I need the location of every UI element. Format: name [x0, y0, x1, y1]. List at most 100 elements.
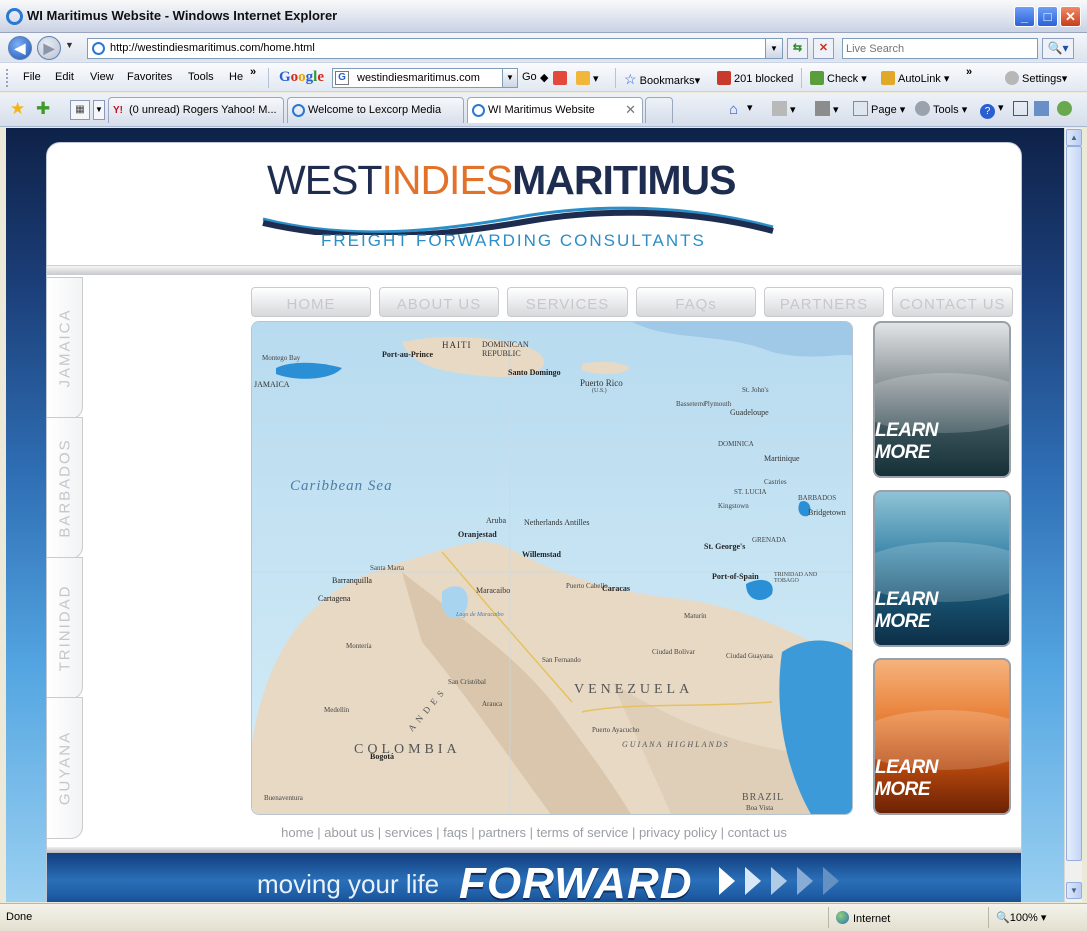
- live-search-input[interactable]: [843, 39, 1033, 58]
- map-label-puerto-ayacucho: Puerto Ayacucho: [592, 726, 640, 734]
- toolbar-grip[interactable]: [6, 69, 9, 87]
- minimize-button[interactable]: _: [1014, 6, 1035, 27]
- nav-about-us[interactable]: ABOUT US: [379, 287, 499, 317]
- learn-more-button-2[interactable]: LEARN MORE: [873, 490, 1011, 647]
- tab-yahoo[interactable]: Y! (0 unread) Rogers Yahoo! M...: [108, 97, 284, 123]
- footer-link-home[interactable]: home: [281, 825, 314, 840]
- nav-contact-us[interactable]: CONTACT US: [892, 287, 1013, 317]
- menu-edit[interactable]: Edit: [55, 71, 74, 83]
- forward-banner: moving your life FORWARD: [47, 853, 1021, 902]
- status-text: Done: [6, 911, 33, 923]
- footer-link-services[interactable]: services: [385, 825, 433, 840]
- close-window-button[interactable]: ✕: [1060, 6, 1081, 27]
- map-label-caribbean-sea: Caribbean Sea: [290, 478, 393, 494]
- security-zone[interactable]: Internet: [836, 911, 890, 925]
- quick-tabs-icon[interactable]: ▦: [70, 100, 90, 120]
- footer-link-faqs[interactable]: faqs: [443, 825, 468, 840]
- footer-link-about-us[interactable]: about us: [324, 825, 374, 840]
- map-label-caracas: Caracas: [602, 584, 630, 593]
- footer-link-contact[interactable]: contact us: [728, 825, 787, 840]
- map-label-st-georges: St. George's: [704, 542, 746, 551]
- side-tab-jamaica[interactable]: JAMAICA: [47, 277, 83, 419]
- google-go-button[interactable]: Go: [522, 71, 537, 83]
- toolbar-separator: [801, 68, 802, 88]
- url-field[interactable]: http://westindiesmaritimus.com/home.html…: [87, 38, 783, 59]
- menu-overflow[interactable]: »: [250, 66, 256, 78]
- google-search-value[interactable]: westindiesmaritimus.com: [357, 72, 480, 84]
- autolink-button[interactable]: AutoLink ▾: [881, 71, 949, 85]
- popup-blocker-button[interactable]: 201 blocked: [717, 71, 793, 85]
- side-tab-barbados[interactable]: BARBADOS: [47, 417, 83, 559]
- live-search-box[interactable]: [842, 38, 1038, 59]
- google-options-icon[interactable]: ◆: [540, 71, 548, 84]
- url-dropdown-icon[interactable]: ▼: [765, 39, 782, 58]
- footer-link-terms[interactable]: terms of service: [537, 825, 629, 840]
- footer-link-privacy[interactable]: privacy policy: [639, 825, 717, 840]
- nav-home[interactable]: HOME: [251, 287, 371, 317]
- menu-help[interactable]: He: [229, 71, 243, 83]
- site-logo[interactable]: WESTINDIESMARITIMUS FREIGHT FORWARDING C…: [262, 157, 807, 257]
- learn-more-button-1[interactable]: LEARN MORE: [873, 321, 1011, 478]
- page-menu-button[interactable]: Page ▾: [853, 101, 905, 116]
- research-icon[interactable]: [1013, 101, 1031, 116]
- refresh-button[interactable]: ⇆: [787, 38, 808, 59]
- bookmarks-button[interactable]: ☆ Bookmarks▾: [624, 71, 700, 88]
- tab-lexcorp[interactable]: Welcome to Lexcorp Media: [287, 97, 464, 123]
- addon-icon[interactable]: [1057, 101, 1075, 116]
- nav-faqs[interactable]: FAQs: [636, 287, 756, 317]
- add-favorites-icon[interactable]: ✚: [36, 99, 50, 119]
- tab-label: WI Maritimus Website: [488, 104, 595, 116]
- close-tab-icon[interactable]: ✕: [625, 98, 636, 122]
- pagerank-icon[interactable]: [553, 71, 570, 85]
- learn-more-button-3[interactable]: LEARN MORE: [873, 658, 1011, 815]
- feeds-button[interactable]: ▾: [772, 101, 796, 116]
- tools-menu-button[interactable]: Tools ▾: [915, 101, 967, 116]
- search-go-button[interactable]: 🔍▾: [1042, 38, 1074, 59]
- ie-page-icon: [472, 104, 485, 117]
- side-tab-trinidad[interactable]: TRINIDAD: [47, 557, 83, 699]
- print-button[interactable]: ▾: [815, 101, 839, 116]
- map-label-guadeloupe: Guadeloupe: [730, 408, 769, 417]
- map-label-barranquilla: Barranquilla: [332, 576, 372, 585]
- new-tab-button[interactable]: [645, 97, 673, 123]
- menu-favorites[interactable]: Favorites: [127, 71, 172, 83]
- map-label-medellin: Medellín: [324, 706, 350, 714]
- caribbean-map[interactable]: Caribbean Sea JAMAICA Montego Bay HAITI …: [251, 321, 853, 815]
- vertical-scrollbar[interactable]: ▲ ▼: [1064, 128, 1082, 902]
- help-button[interactable]: ? ▾: [980, 101, 1004, 119]
- history-dropdown-icon[interactable]: ▼: [65, 40, 74, 50]
- stop-button[interactable]: ✕: [813, 38, 834, 59]
- scroll-down-icon[interactable]: ▼: [1066, 882, 1082, 899]
- google-g-icon[interactable]: G: [335, 71, 349, 85]
- menu-file[interactable]: File: [23, 71, 41, 83]
- spell-check-button[interactable]: Check ▾: [810, 71, 867, 85]
- google-search-dropdown-icon[interactable]: ▼: [502, 69, 517, 87]
- map-label-haiti: HAITI: [442, 340, 472, 350]
- back-button[interactable]: ◀: [8, 36, 32, 60]
- url-text[interactable]: http://westindiesmaritimus.com/home.html: [110, 42, 315, 54]
- map-label-castries: Castries: [764, 478, 787, 486]
- home-button[interactable]: ⌂ ▾: [729, 101, 753, 118]
- messenger-icon[interactable]: [1034, 101, 1052, 116]
- favorites-star-icon[interactable]: ★: [10, 99, 25, 119]
- google-logo[interactable]: Google: [279, 69, 324, 86]
- side-tab-guyana[interactable]: GUYANA: [47, 697, 83, 839]
- forward-button[interactable]: ▶: [37, 36, 61, 60]
- tab-label: Welcome to Lexcorp Media: [308, 104, 442, 116]
- menu-view[interactable]: View: [90, 71, 114, 83]
- nav-partners[interactable]: PARTNERS: [764, 287, 884, 317]
- tab-list-dropdown-icon[interactable]: ▼: [93, 100, 105, 120]
- menu-tools[interactable]: Tools: [188, 71, 214, 83]
- scroll-thumb[interactable]: [1066, 146, 1082, 861]
- tab-wi-maritimus[interactable]: WI Maritimus Website ✕: [467, 97, 643, 123]
- banner-moving-text: moving your life: [257, 869, 440, 899]
- settings-button[interactable]: Settings▾: [1005, 71, 1067, 85]
- footer-link-partners[interactable]: partners: [478, 825, 526, 840]
- google-search-field[interactable]: G westindiesmaritimus.com ▼: [332, 68, 518, 88]
- maximize-button[interactable]: □: [1037, 6, 1058, 27]
- highlight-icon[interactable]: ▾: [576, 71, 599, 85]
- nav-services[interactable]: SERVICES: [507, 287, 628, 317]
- scroll-up-icon[interactable]: ▲: [1066, 129, 1082, 146]
- zoom-level[interactable]: 🔍100% ▾: [996, 911, 1046, 924]
- toolbar-overflow[interactable]: »: [966, 66, 972, 78]
